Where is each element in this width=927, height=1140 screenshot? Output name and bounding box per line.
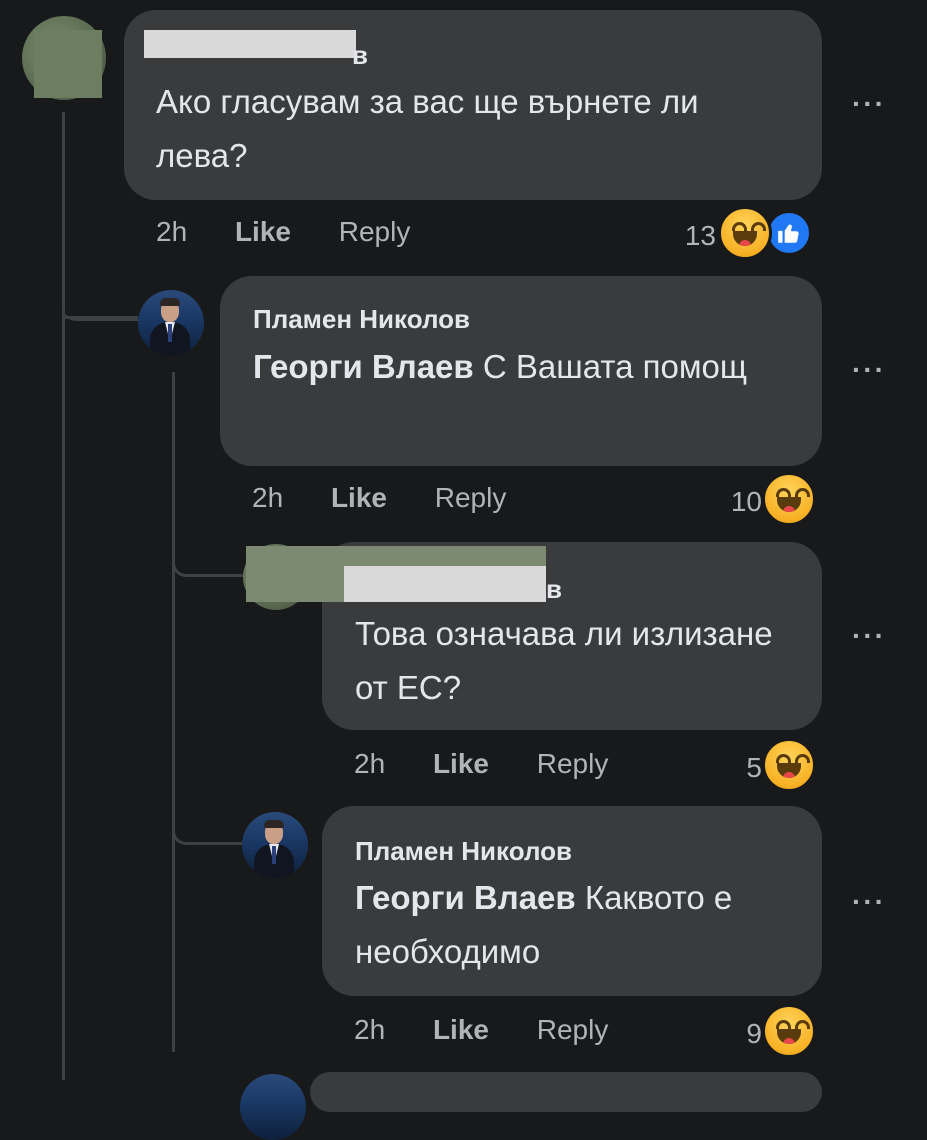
haha-icon[interactable] <box>762 1004 816 1058</box>
comment-author[interactable]: в <box>546 574 562 605</box>
reply-button[interactable]: Reply <box>435 482 507 513</box>
comment-body: Георги Влаев Каквото е необходимо <box>355 871 795 979</box>
thread-line-branch <box>64 316 138 319</box>
comment-body: Георги Влаев С Вашата помощ <box>253 340 773 394</box>
comment-actions: 2h Like Reply <box>354 1014 608 1046</box>
haha-icon[interactable] <box>718 206 772 260</box>
reply-button[interactable]: Reply <box>537 1014 609 1045</box>
like-button[interactable]: Like <box>433 748 489 779</box>
more-options-icon[interactable]: ··· <box>852 620 886 652</box>
like-button[interactable]: Like <box>235 216 291 247</box>
more-options-icon[interactable]: ··· <box>852 88 886 120</box>
comment-text: С Вашата помощ <box>482 348 748 385</box>
next-comment-bubble-partial <box>310 1072 822 1112</box>
like-button[interactable]: Like <box>433 1014 489 1045</box>
reply-button[interactable]: Reply <box>339 216 411 247</box>
comment-author[interactable]: в <box>352 40 368 71</box>
comment-actions: 2h Like Reply <box>156 216 410 248</box>
haha-icon[interactable] <box>762 738 816 792</box>
comment-actions: 2h Like Reply <box>354 748 608 780</box>
comment-actions: 2h Like Reply <box>252 482 506 514</box>
thread-connector <box>62 268 138 321</box>
more-options-icon[interactable]: ··· <box>852 886 886 918</box>
more-options-icon[interactable]: ··· <box>852 354 886 386</box>
comment-time[interactable]: 2h <box>354 748 385 779</box>
reaction-count[interactable]: 10 <box>700 486 762 518</box>
reply-button[interactable]: Reply <box>537 748 609 779</box>
thread-line-main <box>62 112 65 1080</box>
comment-author[interactable]: Пламен Николов <box>253 304 470 335</box>
thread-connector-nested-2 <box>172 794 243 845</box>
avatar[interactable] <box>242 812 308 878</box>
next-avatar-partial[interactable] <box>240 1074 306 1140</box>
reaction-count[interactable]: 9 <box>720 1018 762 1050</box>
avatar[interactable] <box>138 290 204 356</box>
mention[interactable]: Георги Влаев <box>253 348 474 385</box>
thread-connector-nested-1 <box>172 528 243 577</box>
blurred-author-name <box>144 30 356 58</box>
reaction-count[interactable]: 13 <box>664 220 716 252</box>
comment-text: Това означава ли излизане от ЕС? <box>355 615 773 706</box>
haha-icon[interactable] <box>762 472 816 526</box>
comment-text: Ако гласувам за вас ще върнете ли лева? <box>156 83 699 174</box>
mention[interactable]: Георги Влаев <box>355 879 576 916</box>
reaction-count[interactable]: 5 <box>720 752 762 784</box>
blurred-overlay <box>34 30 102 98</box>
comment-time[interactable]: 2h <box>156 216 187 247</box>
like-button[interactable]: Like <box>331 482 387 513</box>
like-icon[interactable] <box>766 210 812 256</box>
comment-time[interactable]: 2h <box>252 482 283 513</box>
blurred-author-name <box>344 566 546 602</box>
comment-time[interactable]: 2h <box>354 1014 385 1045</box>
comment-author[interactable]: Пламен Николов <box>355 836 572 867</box>
thread-line-nested <box>172 372 175 1052</box>
